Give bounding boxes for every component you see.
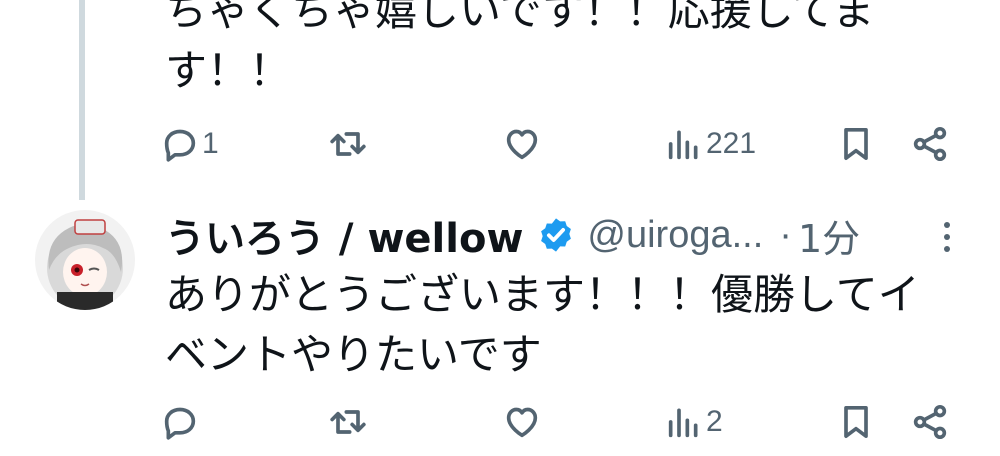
post-timestamp[interactable]: 1分 [798, 208, 860, 263]
display-name[interactable]: ういろう / wellow [165, 206, 523, 264]
more-icon[interactable] [937, 219, 957, 255]
avatar-image [35, 210, 135, 310]
post-1-action-bar: 1 221 [160, 120, 960, 168]
post-1-reply-button[interactable]: 1 [160, 120, 219, 168]
reply-count: 1 [202, 127, 219, 160]
repost-icon [330, 410, 366, 434]
bookmark-icon [844, 406, 868, 438]
bookmark-icon [844, 128, 868, 161]
post-1-like-button[interactable] [502, 120, 544, 168]
post-2-text-line-1: ありがとうございます！！！優勝してイ [165, 270, 920, 319]
user-handle[interactable]: @uiroga... [587, 214, 763, 257]
post-1-views-button[interactable]: 221 [664, 120, 756, 168]
post-2-bookmark-button[interactable] [836, 398, 876, 446]
post-1-text: ちゃくちゃ嬉しいです！！応援してま す！！ [165, 0, 975, 101]
post-1-bookmark-button[interactable] [836, 120, 876, 168]
verified-badge-icon [541, 218, 572, 252]
post-2-header: ういろう / wellow @uiroga... · 1分 [165, 205, 965, 265]
separator-dot: · [779, 213, 792, 256]
avatar[interactable] [35, 210, 135, 310]
thread-connector-line [79, 0, 85, 200]
reply-icon [164, 407, 196, 440]
post-1-repost-button[interactable] [328, 120, 370, 168]
reply-icon [164, 129, 196, 162]
post-2-repost-button[interactable] [328, 398, 370, 446]
post-2-text: ありがとうございます！！！優勝してイ ベントやりたいです [165, 265, 975, 385]
view-count: 221 [706, 127, 757, 160]
repost-icon [330, 132, 366, 156]
post-2-views-button[interactable]: 2 [664, 398, 723, 446]
view-count: 2 [706, 405, 723, 438]
post-2-text-line-2: ベントやりたいです [165, 330, 542, 379]
views-icon [668, 408, 698, 438]
post-1-text-line-2: す！！ [165, 46, 292, 95]
post-2-reply-button[interactable] [160, 398, 202, 446]
post-2-share-button[interactable] [910, 398, 950, 446]
like-icon [506, 407, 538, 438]
like-icon [506, 129, 538, 160]
views-icon [668, 130, 698, 160]
post-1-share-button[interactable] [910, 120, 950, 168]
post-1-text-line-1: ちゃくちゃ嬉しいです！！応援してま [165, 0, 875, 35]
share-icon [913, 405, 947, 439]
post-2-like-button[interactable] [502, 398, 544, 446]
share-icon [913, 127, 947, 161]
post-2-action-bar: 2 [160, 398, 960, 446]
